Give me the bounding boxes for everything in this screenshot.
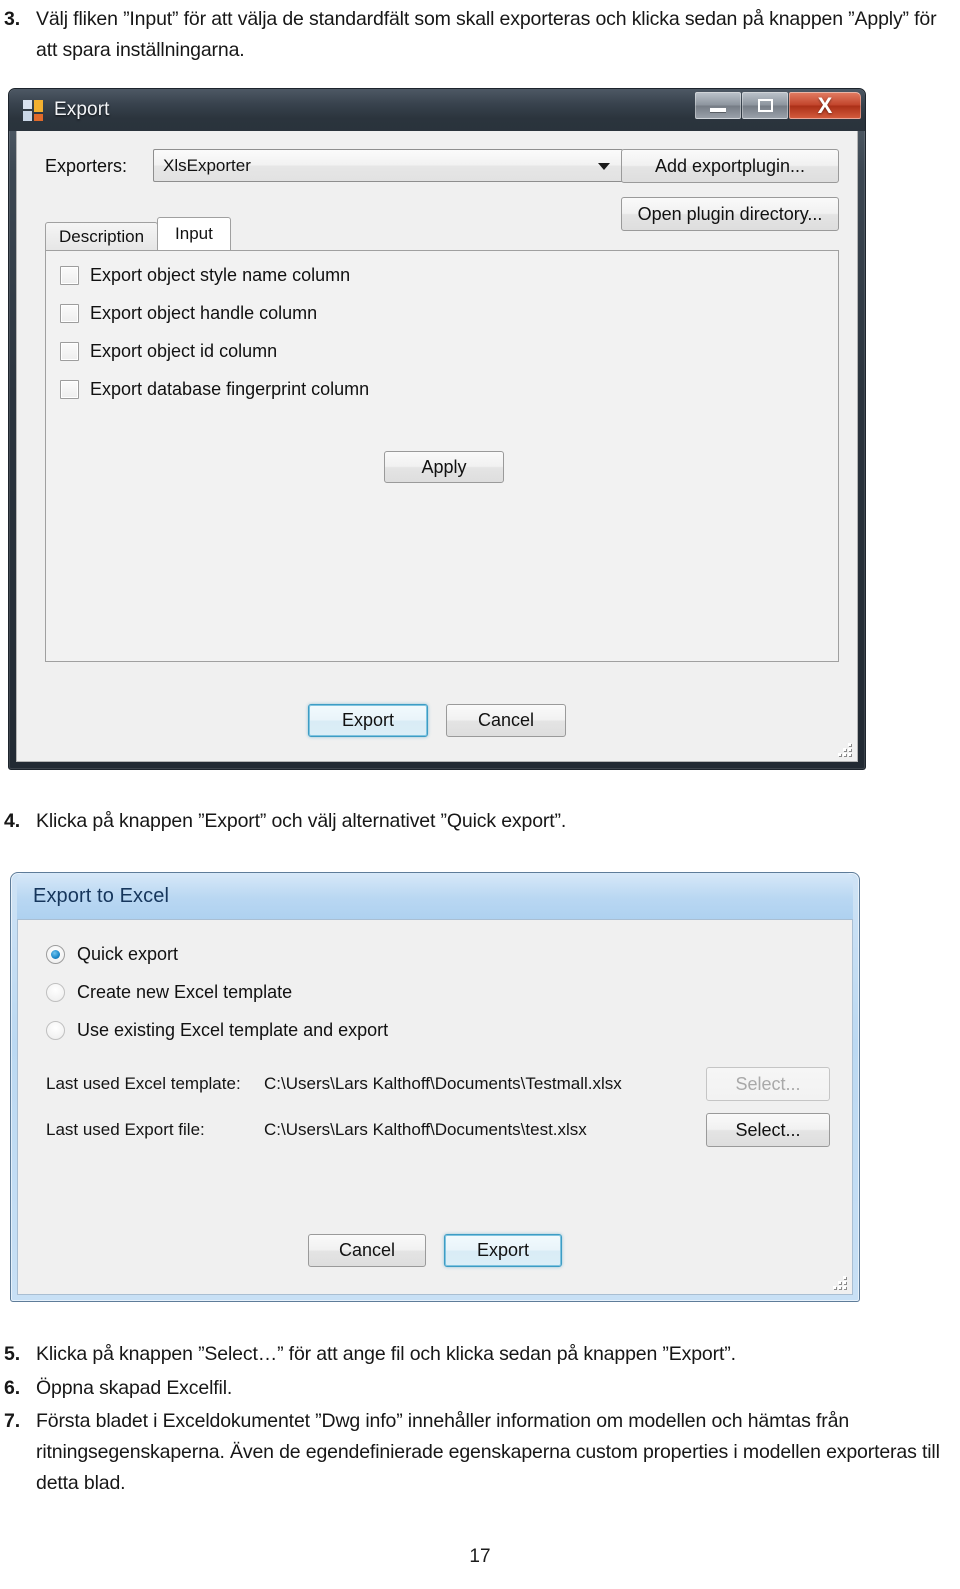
apply-button[interactable]: Apply [384, 451, 504, 483]
step-text: Klicka på knappen ”Select…” för att ange… [36, 1343, 736, 1365]
exporters-label: Exporters: [45, 156, 128, 176]
path-caption: Last used Excel template: [46, 1074, 241, 1093]
checkbox-icon[interactable] [60, 266, 79, 285]
instruction-step-5: 5. Klicka på knappen ”Select…” för att a… [0, 1339, 900, 1370]
input-tab-panel: Export object style name column Export o… [45, 250, 839, 662]
instruction-step-7: 7. Första bladet i Exceldokumentet ”Dwg … [0, 1406, 946, 1499]
export-to-excel-title: Export to Excel [33, 884, 170, 907]
instruction-step-6: 6. Öppna skapad Excelfil. [0, 1373, 900, 1404]
radio-label: Quick export [77, 944, 179, 964]
resize-grip[interactable] [837, 742, 853, 758]
path-caption: Last used Export file: [46, 1120, 205, 1139]
export-dialog-footer: Export Cancel [17, 704, 857, 737]
exporters-combobox[interactable]: XlsExporter [153, 149, 623, 182]
maximize-icon [757, 99, 773, 112]
step-number: 7. [4, 1410, 20, 1432]
tab-description[interactable]: Description [45, 222, 159, 250]
radio-icon[interactable] [46, 1021, 65, 1040]
application-icon [23, 99, 44, 121]
checkbox-row-export-object-style-name-column[interactable]: Export object style name column [60, 265, 350, 286]
close-button[interactable]: X [789, 92, 861, 119]
step-text: Första bladet i Exceldokumentet ”Dwg inf… [36, 1410, 940, 1494]
path-value: C:\Users\Lars Kalthoff\Documents\test.xl… [264, 1120, 587, 1139]
open-plugin-directory-button[interactable]: Open plugin directory... [621, 197, 839, 231]
export-dialog-window: Export X Exporters: XlsExporter Add expo… [8, 88, 866, 770]
select-template-button[interactable]: Select... [706, 1067, 830, 1101]
export-to-excel-client-area: Quick export Create new Excel template U… [17, 919, 853, 1295]
tabstrip: Description Input [45, 217, 231, 250]
step-number: 6. [4, 1377, 20, 1399]
radio-row-use-existing-excel-template[interactable]: Use existing Excel template and export [46, 1020, 388, 1041]
export-dialog-title: Export [54, 99, 110, 120]
checkbox-row-export-object-handle-column[interactable]: Export object handle column [60, 303, 317, 324]
export-dialog-client-area: Exporters: XlsExporter Add exportplugin.… [16, 131, 858, 762]
export-to-excel-titlebar[interactable]: Export to Excel [17, 873, 853, 919]
checkbox-icon[interactable] [60, 304, 79, 323]
step-text: Öppna skapad Excelfil. [36, 1377, 233, 1399]
checkbox-row-export-object-id-column[interactable]: Export object id column [60, 341, 277, 362]
export-to-excel-footer: Cancel Export [18, 1234, 852, 1267]
checkbox-label: Export object handle column [90, 303, 318, 323]
checkbox-label: Export object id column [90, 341, 278, 361]
maximize-button[interactable] [742, 92, 788, 119]
page-number: 17 [469, 1546, 491, 1567]
exporters-selected-value: XlsExporter [163, 155, 251, 175]
minimize-icon [710, 107, 726, 112]
path-value: C:\Users\Lars Kalthoff\Documents\Testmal… [264, 1074, 622, 1093]
select-export-file-button[interactable]: Select... [706, 1113, 830, 1147]
radio-label: Use existing Excel template and export [77, 1020, 389, 1040]
radio-row-quick-export[interactable]: Quick export [46, 944, 178, 965]
instruction-step-4: 4. Klicka på knappen ”Export” och välj a… [0, 806, 900, 837]
instruction-step-3: 3. Välj fliken ”Input” för att välja de … [0, 4, 946, 66]
radio-row-create-new-excel-template[interactable]: Create new Excel template [46, 982, 292, 1003]
step-text: Klicka på knappen ”Export” och välj alte… [36, 810, 567, 832]
checkbox-label: Export object style name column [90, 265, 351, 285]
cancel-button[interactable]: Cancel [446, 704, 566, 737]
export-button[interactable]: Export [308, 704, 428, 737]
tab-input[interactable]: Input [157, 217, 231, 250]
chevron-down-icon[interactable] [598, 163, 610, 170]
close-icon: X [817, 92, 833, 118]
step-number: 5. [4, 1343, 20, 1365]
add-exportplugin-button[interactable]: Add exportplugin... [621, 149, 839, 183]
checkbox-label: Export database fingerprint column [90, 379, 370, 399]
path-row-last-used-excel-template: Last used Excel template: C:\Users\Lars … [46, 1066, 830, 1102]
radio-icon[interactable] [46, 983, 65, 1002]
window-caption-buttons: X [694, 92, 861, 120]
step-number: 4. [4, 810, 20, 832]
export-to-excel-dialog-window: Export to Excel Quick export Create new … [10, 872, 860, 1302]
step-number: 3. [4, 8, 20, 30]
plugin-buttons-group: Add exportplugin... Open plugin director… [621, 149, 839, 231]
checkbox-icon[interactable] [60, 342, 79, 361]
checkbox-icon[interactable] [60, 380, 79, 399]
minimize-button[interactable] [695, 92, 741, 119]
export-dialog-titlebar[interactable]: Export X [9, 89, 865, 131]
cancel-button[interactable]: Cancel [308, 1234, 426, 1267]
radio-label: Create new Excel template [77, 982, 293, 1002]
checkbox-row-export-database-fingerprint-column[interactable]: Export database fingerprint column [60, 379, 369, 400]
radio-icon[interactable] [46, 945, 65, 964]
export-button[interactable]: Export [444, 1234, 562, 1267]
step-text: Välj fliken ”Input” för att välja de sta… [36, 8, 937, 61]
resize-grip[interactable] [832, 1275, 848, 1291]
path-row-last-used-export-file: Last used Export file: C:\Users\Lars Kal… [46, 1112, 830, 1148]
